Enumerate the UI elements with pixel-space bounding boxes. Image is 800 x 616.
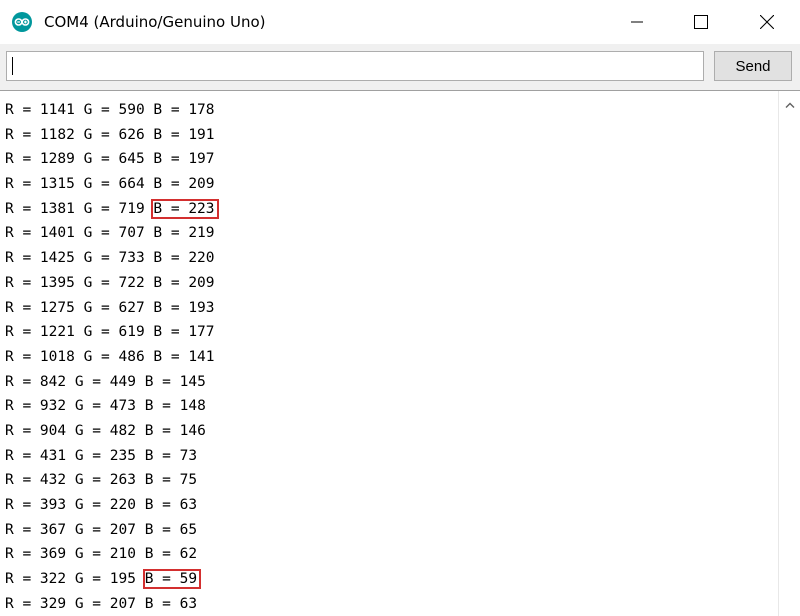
line-value: B = 65 [144,521,198,538]
line-value: B = 73 [144,447,198,464]
maximize-button[interactable] [678,0,724,44]
title-bar[interactable]: COM4 (Arduino/Genuino Uno) [0,0,800,44]
line-prefix: R = 367 G = 207 [5,521,145,538]
line-value: B = 63 [144,595,198,612]
line-prefix: R = 842 G = 449 [5,373,145,390]
line-prefix: R = 322 G = 195 [5,571,145,588]
output-line: R = 1018 G = 486 B = 141 [5,345,775,370]
line-prefix: R = 1381 G = 719 [5,200,154,217]
line-value: B = 63 [144,497,198,513]
text-caret [12,57,13,75]
send-bar: Send [0,44,800,90]
line-value: B = 220 [153,250,215,267]
output-line: R = 369 G = 210 B = 62 [5,542,775,567]
output-line: R = 432 G = 263 B = 75 [5,468,775,493]
output-line: R = 932 G = 473 B = 148 [5,394,775,419]
serial-monitor-window: COM4 (Arduino/Genuino Uno) Send R = 1141… [0,0,800,616]
output-line: R = 1221 G = 619 B = 177 [5,320,775,345]
line-value: B = 209 [153,176,215,193]
output-line: R = 329 G = 207 B = 63 [5,592,775,616]
scroll-up-button[interactable] [779,97,800,113]
line-prefix: R = 1221 G = 619 [5,324,154,341]
line-prefix: R = 369 G = 210 [5,546,145,563]
minimize-icon [631,21,643,23]
output-line: R = 431 G = 235 B = 73 [5,444,775,469]
line-prefix: R = 329 G = 207 [5,595,145,612]
line-value: B = 141 [153,348,215,365]
maximize-icon [694,15,708,29]
close-button[interactable] [744,0,790,44]
output-line: R = 322 G = 195 B = 59 [5,567,775,592]
line-prefix: R = 1275 G = 627 [5,299,154,316]
line-prefix: R = 1315 G = 664 [5,176,154,193]
line-prefix: R = 1141 G = 590 [5,102,154,118]
output-line: R = 1381 G = 719 B = 223 [5,197,775,222]
close-icon [760,15,774,29]
output-line: R = 1425 G = 733 B = 220 [5,246,775,271]
minimize-button[interactable] [614,0,660,44]
output-line: R = 842 G = 449 B = 145 [5,370,775,395]
line-value: B = 193 [153,299,215,316]
chevron-up-icon [785,102,794,108]
output-line: R = 904 G = 482 B = 146 [5,419,775,444]
highlighted-value: B = 59 [142,569,202,590]
send-button[interactable]: Send [714,51,792,81]
output-line: R = 1141 G = 590 B = 178 [5,98,775,123]
highlighted-value: B = 223 [151,198,219,219]
output-line: R = 1315 G = 664 B = 209 [5,172,775,197]
arduino-logo-icon [12,12,32,32]
line-prefix: R = 431 G = 235 [5,447,145,464]
window-title: COM4 (Arduino/Genuino Uno) [44,13,266,31]
vertical-scrollbar[interactable] [778,91,799,616]
line-prefix: R = 1395 G = 722 [5,274,154,291]
line-value: B = 219 [153,225,215,242]
line-value: B = 148 [144,398,206,415]
serial-output[interactable]: R = 1141 G = 590 B = 178 R = 1182 G = 626… [0,90,800,616]
line-value: B = 62 [144,546,198,563]
line-value: B = 191 [153,126,215,143]
line-prefix: R = 1401 G = 707 [5,225,154,242]
line-prefix: R = 432 G = 263 [5,472,145,489]
line-value: B = 209 [153,274,215,291]
line-value: B = 146 [144,422,206,439]
output-line: R = 1289 G = 645 B = 197 [5,147,775,172]
line-prefix: R = 393 G = 220 [5,497,145,513]
line-prefix: R = 904 G = 482 [5,422,145,439]
line-prefix: R = 932 G = 473 [5,398,145,415]
serial-input-field[interactable] [6,51,704,81]
line-prefix: R = 1182 G = 626 [5,126,154,143]
line-value: B = 145 [144,373,206,390]
line-prefix: R = 1018 G = 486 [5,348,154,365]
output-line: R = 1401 G = 707 B = 219 [5,221,775,246]
line-value: B = 178 [153,102,215,118]
line-value: B = 75 [144,472,198,489]
line-prefix: R = 1289 G = 645 [5,151,154,168]
line-value: B = 177 [153,324,215,341]
output-lines: R = 1141 G = 590 B = 178 R = 1182 G = 626… [5,98,775,616]
output-line: R = 393 G = 220 B = 63 [5,493,775,518]
output-line: R = 1275 G = 627 B = 193 [5,296,775,321]
output-line: R = 367 G = 207 B = 65 [5,518,775,543]
line-prefix: R = 1425 G = 733 [5,250,154,267]
line-value: B = 197 [153,151,215,168]
output-line: R = 1182 G = 626 B = 191 [5,123,775,148]
output-line: R = 1395 G = 722 B = 209 [5,271,775,296]
